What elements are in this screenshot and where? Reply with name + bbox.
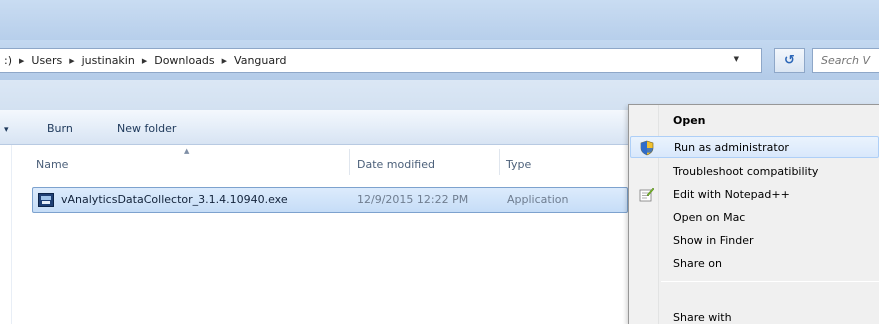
burn-button[interactable]: Burn bbox=[47, 122, 73, 135]
address-dropdown-icon[interactable]: ▼ bbox=[734, 55, 739, 63]
search-box[interactable] bbox=[812, 48, 879, 73]
file-type: Application bbox=[507, 193, 569, 206]
new-folder-button[interactable]: New folder bbox=[117, 122, 176, 135]
menu-item-share-on[interactable]: Share on bbox=[630, 252, 879, 274]
uac-shield-icon bbox=[640, 140, 654, 156]
breadcrumb-users[interactable]: Users bbox=[31, 54, 62, 67]
menu-item-troubleshoot-compatibility[interactable]: Troubleshoot compatibility bbox=[630, 160, 879, 182]
sort-ascending-icon: ▲ bbox=[184, 147, 190, 155]
breadcrumb-arrow-icon[interactable]: ▶ bbox=[19, 57, 24, 65]
refresh-icon: ↺ bbox=[784, 53, 795, 68]
file-name: vAnalyticsDataCollector_3.1.4.10940.exe bbox=[61, 193, 288, 206]
toolbar-overflow-icon[interactable]: ▾ bbox=[4, 125, 9, 135]
notepad-plus-plus-icon bbox=[639, 187, 654, 202]
menu-item-open-on-mac[interactable]: Open on Mac bbox=[630, 206, 879, 228]
address-breadcrumb[interactable]: :) ▶ Users ▶ justinakin ▶ Downloads ▶ Va… bbox=[0, 48, 762, 73]
menu-separator bbox=[661, 281, 879, 282]
menu-item-share-with[interactable]: Share with bbox=[630, 306, 879, 324]
column-divider[interactable] bbox=[349, 149, 350, 175]
column-header-type[interactable]: Type bbox=[506, 158, 531, 171]
breadcrumb-justinakin[interactable]: justinakin bbox=[82, 54, 135, 67]
file-row-selected[interactable]: vAnalyticsDataCollector_3.1.4.10940.exe … bbox=[32, 187, 628, 213]
breadcrumb-vanguard[interactable]: Vanguard bbox=[234, 54, 286, 67]
refresh-button[interactable]: ↺ bbox=[774, 48, 805, 73]
menu-item-open[interactable]: Open bbox=[630, 109, 879, 131]
column-header-name[interactable]: Name bbox=[36, 158, 68, 171]
file-date-modified: 12/9/2015 12:22 PM bbox=[357, 193, 469, 206]
menu-item-show-in-finder[interactable]: Show in Finder bbox=[630, 229, 879, 251]
menu-item-edit-with-notepad-plus-plus[interactable]: Edit with Notepad++ bbox=[630, 183, 879, 205]
breadcrumb-downloads[interactable]: Downloads bbox=[154, 54, 214, 67]
breadcrumb-arrow-icon[interactable]: ▶ bbox=[222, 57, 227, 65]
menu-item-run-as-administrator[interactable]: Run as administrator bbox=[630, 136, 879, 158]
column-header-date-modified[interactable]: Date modified bbox=[357, 158, 435, 171]
exe-file-icon bbox=[38, 193, 54, 207]
navigation-pane-edge bbox=[0, 145, 12, 324]
column-divider[interactable] bbox=[499, 149, 500, 175]
breadcrumb-drive[interactable]: :) bbox=[4, 54, 12, 67]
breadcrumb-arrow-icon[interactable]: ▶ bbox=[142, 57, 147, 65]
search-input[interactable] bbox=[821, 54, 879, 67]
breadcrumb-arrow-icon[interactable]: ▶ bbox=[69, 57, 74, 65]
context-menu: Open Run as administrator Troubleshoot c… bbox=[628, 104, 879, 324]
window-title-bar bbox=[0, 0, 879, 40]
